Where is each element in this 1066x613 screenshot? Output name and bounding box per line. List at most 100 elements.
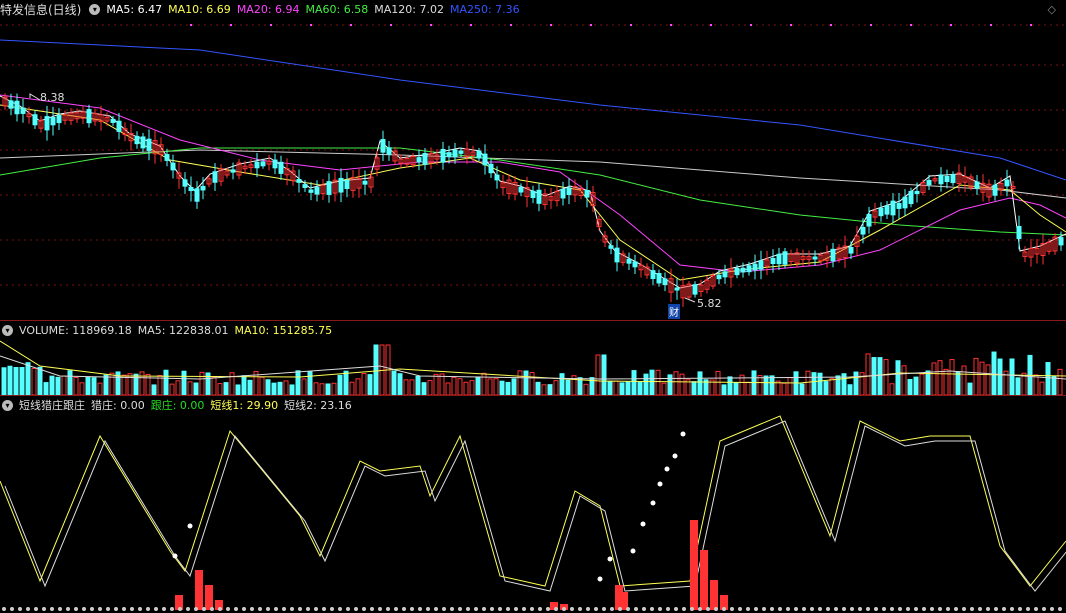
volume-bar [559, 373, 565, 395]
baseline-dot [50, 607, 54, 611]
candle-body [734, 267, 740, 276]
candle-body [326, 181, 332, 195]
baseline-dot [170, 607, 174, 611]
volume-bar [451, 376, 457, 395]
candle-body [944, 175, 950, 183]
volume-bar [31, 367, 37, 395]
follow-dot [664, 466, 670, 472]
baseline-dot [482, 607, 486, 611]
baseline-dot [410, 607, 414, 611]
indicator-pane[interactable]: ▾ 短线猎庄跟庄 猎庄: 0.00 跟庄: 0.00 短线1: 29.90 短线… [0, 396, 1066, 613]
volume-bar [811, 372, 817, 395]
candle-body [140, 136, 146, 149]
financial-badge[interactable]: 财 [668, 304, 680, 319]
volume-bar [1033, 374, 1039, 395]
baseline-dot [906, 607, 910, 611]
options-icon[interactable]: ▾ [2, 324, 13, 336]
baseline-dot [650, 607, 654, 611]
volume-bar [427, 380, 433, 395]
follow-dot [597, 576, 603, 582]
volume-bar [937, 360, 943, 395]
follow-label: 跟庄: 0.00 [150, 399, 205, 412]
volume-bar [529, 372, 535, 395]
volume-bar [877, 357, 883, 395]
volume-bar [283, 380, 289, 395]
baseline-dot [914, 607, 918, 611]
volume-bar [1, 367, 7, 395]
hunt-bar [700, 550, 708, 610]
baseline-dot [450, 607, 454, 611]
candle-body [386, 147, 392, 155]
volume-bar [19, 366, 25, 395]
volume-bar [277, 381, 283, 395]
ma60-label: MA60: 6.58 [305, 2, 369, 16]
volume-bar [649, 369, 655, 395]
volume-bar [337, 374, 343, 395]
volume-bar [163, 369, 169, 395]
volume-bar [355, 378, 361, 395]
signal-dot [390, 24, 392, 26]
price-pane[interactable]: 特发信息(日线) ▾ MA5: 6.47 MA10: 6.69 MA20: 6.… [0, 0, 1066, 320]
options-icon[interactable]: ▾ [89, 3, 101, 15]
signal-dot [310, 24, 312, 26]
volume-bar [523, 370, 529, 395]
options-icon[interactable]: ▾ [2, 399, 13, 411]
baseline-dot [538, 607, 542, 611]
price-chart [0, 24, 1066, 307]
candle-body [8, 100, 14, 109]
volume-bar [763, 375, 769, 395]
baseline-dot [90, 607, 94, 611]
baseline-dot [874, 607, 878, 611]
baseline-dot [866, 607, 870, 611]
volume-bar [973, 357, 979, 395]
baseline-dot [314, 607, 318, 611]
volume-bar [475, 376, 481, 395]
candle-body [560, 188, 566, 199]
follow-dot [187, 523, 193, 529]
volume-bar [439, 373, 445, 395]
volume-bar [187, 381, 193, 395]
baseline-dot [602, 607, 606, 611]
volume-bar [697, 371, 703, 395]
candle-body [422, 152, 428, 165]
volume-ma5-label: MA5: 122838.01 [137, 323, 229, 337]
volume-pane[interactable]: ▾ VOLUME: 118969.18 MA5: 122838.01 MA10:… [0, 321, 1066, 395]
candle-body [146, 138, 152, 151]
volume-bar [535, 381, 541, 395]
volume-bar [13, 367, 19, 395]
baseline-dot [1018, 607, 1022, 611]
baseline-dot [1002, 607, 1006, 611]
volume-bar [139, 371, 145, 395]
volume-bar [769, 375, 775, 395]
volume-bar [913, 376, 919, 395]
volume-bar [181, 370, 187, 395]
hunt-bar [710, 580, 718, 610]
ma5-label: MA5: 6.47 [106, 2, 163, 16]
candle-body [1016, 226, 1022, 239]
volume-bar [391, 370, 397, 395]
baseline-dot [10, 607, 14, 611]
candle-body [692, 284, 698, 295]
baseline-dot [858, 607, 862, 611]
diamond-icon[interactable]: ◇ [1048, 3, 1056, 16]
volume-bar [199, 371, 205, 395]
baseline-dot [922, 607, 926, 611]
volume-bar [805, 370, 811, 395]
candle-body [584, 189, 590, 198]
candle-body [662, 278, 668, 286]
volume-bar [97, 382, 103, 395]
volume-bar [721, 384, 727, 395]
baseline-dot [778, 607, 782, 611]
baseline-dot [330, 607, 334, 611]
volume-bar [1015, 377, 1021, 395]
volume-bar [727, 376, 733, 395]
candle-body [380, 139, 386, 153]
volume-bar [421, 382, 427, 395]
baseline-dot [322, 607, 326, 611]
volume-bar [73, 376, 79, 395]
volume-bar [601, 354, 607, 395]
baseline-dot [298, 607, 302, 611]
follow-dot [630, 548, 636, 554]
volume-bar [1051, 375, 1057, 395]
baseline-dot [506, 607, 510, 611]
